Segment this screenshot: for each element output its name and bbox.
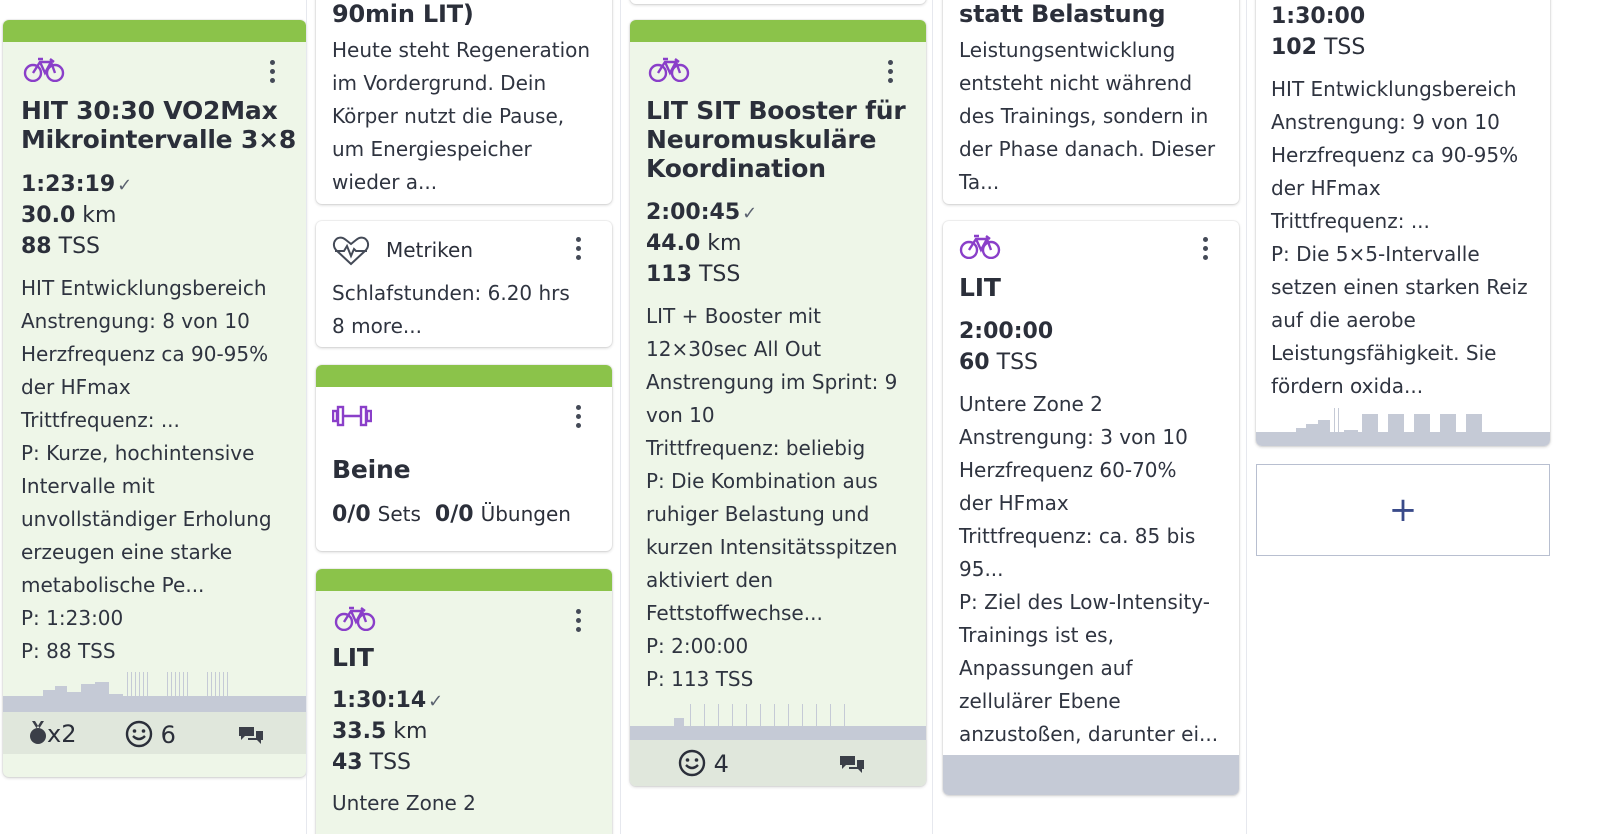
day-column-5: 1:30:00 102 TSS HIT Entwicklungsbereich A… [1246,0,1614,834]
duration: 1:30:14 ✓ [332,688,444,713]
interval-profile-chart [1256,406,1550,446]
note-title: 90min LIT) [332,0,474,28]
more-options-icon[interactable] [1203,237,1209,261]
workout-card[interactable]: LIT SIT Booster für Neuromuskuläre Koordin… [630,20,926,786]
workout-description: HIT Entwicklungsbereich Anstrengung: 9 vo… [1271,77,1528,398]
day-column-4: statt Belastung Leistungsentwicklung ents… [932,0,1246,834]
workout-description: LIT + Booster mit 12×30sec All Out Anstren… [646,304,898,691]
feel-rating[interactable]: 6 [125,720,176,749]
check-icon: ✓ [117,175,133,196]
completed-bar [3,20,306,42]
more-options-icon[interactable] [576,405,582,429]
note-card[interactable]: 90min LIT) Heute steht Regeneration im Vo… [316,0,612,204]
add-workout-button[interactable]: + [1256,464,1550,556]
tss: 60 TSS [959,350,1038,375]
more-options-icon[interactable] [576,609,582,633]
workout-title: LIT [332,643,374,672]
duration: 1:30:00 [1271,4,1366,29]
medal-icon [30,721,46,744]
interval-profile-chart [630,700,926,740]
workout-card[interactable]: LIT 1:30:14 ✓ 33.5 km 43 TSS Untere Zone … [316,569,612,834]
workout-card[interactable]: HIT 30:30 VO2Max Mikrointervalle 3×8 1:23… [3,20,306,777]
day-column-3: LIT SIT Booster für Neuromuskuläre Koordin… [620,0,932,834]
collapsed-card-edge [630,0,926,4]
note-title: statt Belastung [959,0,1166,28]
smiley-icon [125,720,153,748]
comments-icon[interactable] [237,725,265,745]
more-options-icon[interactable] [270,60,276,84]
distance: 30.0 km [21,203,117,228]
interval-profile-chart [3,670,306,712]
metrics-values: Schlafstunden: 6.20 hrs 8 more... [332,281,570,338]
note-description: Leistungsentwicklung entsteht nicht währe… [959,38,1216,194]
workout-description: Untere Zone 2 [332,791,476,815]
workout-description: Untere Zone 2 Anstrengung: 3 von 10 Herzfr… [959,392,1219,746]
bike-icon [648,57,690,82]
distance: 33.5 km [332,719,428,744]
more-options-icon[interactable] [888,60,894,84]
tss: 102 TSS [1271,35,1366,60]
metrics-card[interactable]: Metriken Schlafstunden: 6.20 hrs 8 more..… [316,221,612,347]
tss: 43 TSS [332,750,411,775]
workout-title: LIT [959,273,1001,302]
plus-icon: + [1388,490,1418,530]
workout-title: LIT SIT Booster für Neuromuskuläre Koordin… [646,96,906,183]
strength-title: Beine [332,455,411,484]
planned-workout-card[interactable]: 1:30:00 102 TSS HIT Entwicklungsbereich A… [1256,0,1550,446]
heart-pulse-icon [332,236,370,266]
bike-icon [23,57,65,82]
note-description: Heute steht Regeneration im Vordergrund. … [332,38,591,194]
duration: 2:00:45 ✓ [646,200,758,225]
feel-rating[interactable]: 4 [678,749,729,778]
more-options-icon[interactable] [576,237,582,261]
card-footer: 4 [630,740,926,786]
medal-count[interactable]: x2 [29,720,76,748]
day-column-1: HIT 30:30 VO2Max Mikrointervalle 3×8 1:23… [0,0,306,834]
completed-bar [316,365,612,387]
workout-title: HIT 30:30 VO2Max Mikrointervalle 3×8 [21,96,297,154]
distance: 44.0 km [646,231,742,256]
note-card[interactable]: statt Belastung Leistungsentwicklung ents… [943,0,1239,204]
comments-icon[interactable] [838,754,866,774]
completed-bar [630,20,926,42]
interval-profile-chart [943,755,1239,795]
bike-icon [334,606,376,631]
day-column-2: 90min LIT) Heute steht Regeneration im Vo… [306,0,620,834]
duration: 2:00:00 [959,319,1054,344]
check-icon: ✓ [742,203,758,224]
tss: 88 TSS [21,234,100,259]
completed-bar [316,569,612,591]
planned-workout-card[interactable]: LIT 2:00:00 60 TSS Untere Zone 2 Anstreng… [943,221,1239,795]
duration: 1:23:19 ✓ [21,172,133,197]
smiley-icon [678,749,706,777]
workout-description: HIT Entwicklungsbereich Anstrengung: 8 vo… [21,276,272,663]
tss: 113 TSS [646,262,741,287]
metrics-title: Metriken [386,238,474,262]
dumbbell-icon [332,405,372,427]
check-icon: ✓ [428,691,444,712]
bike-icon [959,234,1001,259]
strength-progress: 0/0 Sets 0/0 Übungen [332,502,571,527]
strength-card[interactable]: Beine 0/0 Sets 0/0 Übungen [316,365,612,551]
card-footer: x2 6 [3,712,306,754]
